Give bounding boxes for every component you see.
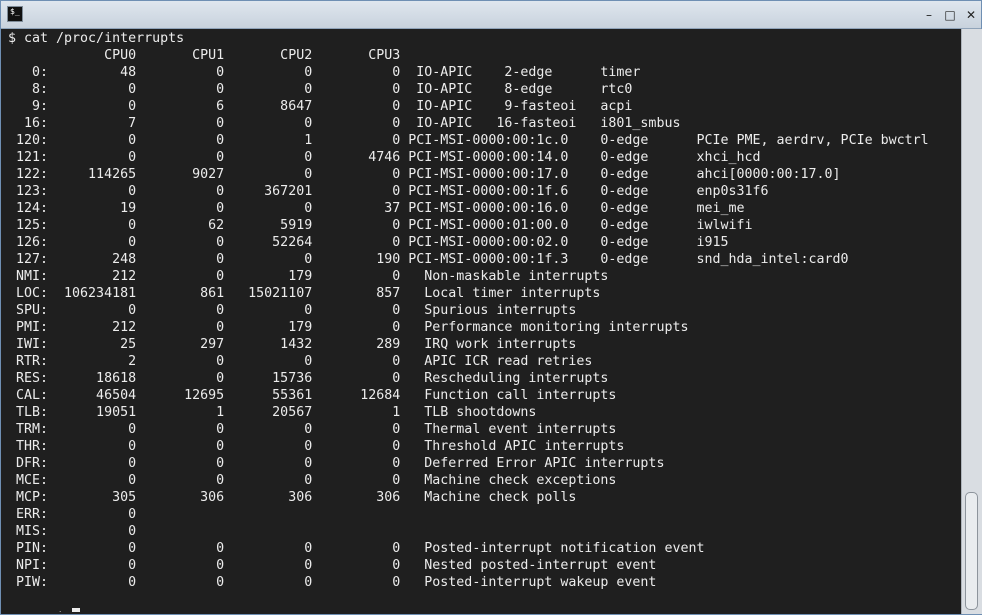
output-line: 120: 0 0 1 0 PCI-MSI-0000:00:1c.0 0-edge… [8, 133, 929, 148]
output-line: CAL: 46504 12695 55361 12684 Function ca… [8, 388, 617, 403]
output-line: NMI: 212 0 179 0 Non-maskable interrupts [8, 269, 609, 284]
output-line: 16: 7 0 0 0 IO-APIC 16-fasteoi i801_smbu… [8, 116, 681, 131]
output-line: 0: 48 0 0 0 IO-APIC 2-edge timer [8, 65, 641, 80]
output-line: NPI: 0 0 0 0 Nested posted-interrupt eve… [8, 558, 657, 573]
output-line: 124: 19 0 0 37 PCI-MSI-0000:00:16.0 0-ed… [8, 201, 745, 216]
cpu-header-line: CPU0 CPU1 CPU2 CPU3 [8, 48, 401, 63]
output-line: 8: 0 0 0 0 IO-APIC 8-edge rtc0 [8, 82, 633, 97]
prompt: $ [56, 610, 72, 612]
maximize-button[interactable]: □ [943, 8, 957, 22]
output-line: 127: 248 0 0 190 PCI-MSI-0000:00:1f.3 0-… [8, 252, 849, 267]
output-line: TRM: 0 0 0 0 Thermal event interrupts [8, 422, 617, 437]
text-cursor [72, 608, 81, 612]
terminal-window: $_ – □ ✕ $ cat /proc/interrupts CPU0 CPU… [0, 0, 982, 615]
output-line: 125: 0 62 5919 0 PCI-MSI-0000:01:00.0 0-… [8, 218, 753, 233]
output-line: PIN: 0 0 0 0 Posted-interrupt notificati… [8, 541, 705, 556]
output-line: RTR: 2 0 0 0 APIC ICR read retries [8, 354, 593, 369]
close-button[interactable]: ✕ [964, 8, 978, 22]
terminal-output[interactable]: $ cat /proc/interrupts CPU0 CPU1 CPU2 CP… [3, 29, 960, 612]
output-line: RES: 18618 0 15736 0 Rescheduling interr… [8, 371, 609, 386]
output-line: MIS: 0 [8, 524, 137, 539]
prompt-line[interactable]: $ [8, 591, 81, 612]
title-bar[interactable]: $_ – □ ✕ [1, 1, 981, 29]
output-line: SPU: 0 0 0 0 Spurious interrupts [8, 303, 577, 318]
output-line: MCE: 0 0 0 0 Machine check exceptions [8, 473, 617, 488]
output-line: 126: 0 0 52264 0 PCI-MSI-0000:00:02.0 0-… [8, 235, 729, 250]
command-line: $ cat /proc/interrupts [8, 31, 185, 46]
output-line: ERR: 0 [8, 507, 137, 522]
vertical-scrollbar[interactable] [961, 29, 982, 614]
output-line: MCP: 305 306 306 306 Machine check polls [8, 490, 577, 505]
output-line: PMI: 212 0 179 0 Performance monitoring … [8, 320, 689, 335]
minimize-button[interactable]: – [922, 8, 936, 22]
output-line: THR: 0 0 0 0 Threshold APIC interrupts [8, 439, 625, 454]
output-line: 9: 0 6 8647 0 IO-APIC 9-fasteoi acpi [8, 99, 633, 114]
output-line: DFR: 0 0 0 0 Deferred Error APIC interru… [8, 456, 665, 471]
output-line: TLB: 19051 1 20567 1 TLB shootdowns [8, 405, 537, 420]
output-line: 121: 0 0 0 4746 PCI-MSI-0000:00:14.0 0-e… [8, 150, 761, 165]
output-line: 123: 0 0 367201 0 PCI-MSI-0000:00:1f.6 0… [8, 184, 769, 199]
output-line: LOC: 106234181 861 15021107 857 Local ti… [8, 286, 601, 301]
output-line: 122: 114265 9027 0 0 PCI-MSI-0000:00:17.… [8, 167, 841, 182]
scrollbar-thumb[interactable] [965, 492, 978, 610]
output-line: IWI: 25 297 1432 289 IRQ work interrupts [8, 337, 577, 352]
terminal-icon[interactable]: $_ [7, 6, 23, 22]
output-line: PIW: 0 0 0 0 Posted-interrupt wakeup eve… [8, 575, 657, 590]
